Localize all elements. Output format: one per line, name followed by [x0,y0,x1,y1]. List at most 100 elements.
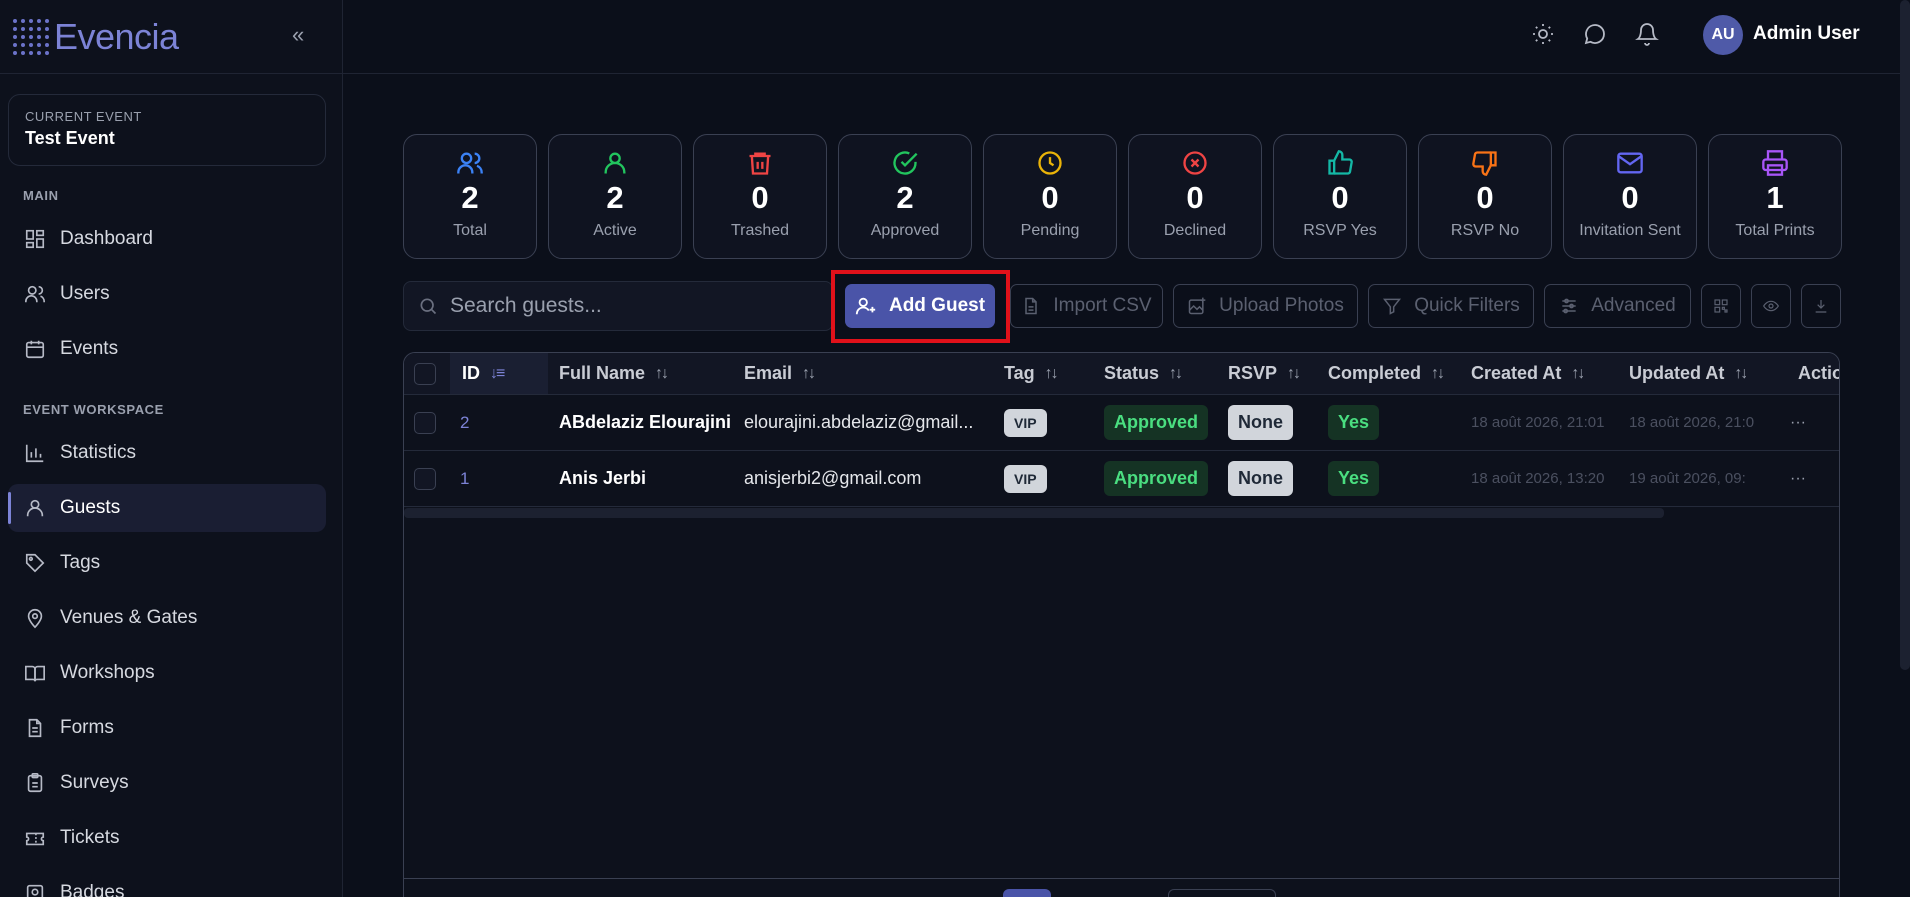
cell-updated-at: 19 août 2026, 09: [1629,470,1746,487]
cell-created-at: 18 août 2026, 21:01 [1471,414,1605,431]
column-header-label: Updated At [1629,363,1725,383]
stat-card-trashed[interactable]: 0 Trashed [693,134,827,259]
column-header-label: Tag [1004,363,1035,383]
guests-table: ID ↓≡ Full Name ↑↓ Email ↑↓ Tag ↑↓ Status ↑↓ … [403,352,1840,897]
sort-icon: ↑↓ [802,364,815,382]
sidebar-item-surveys[interactable]: Surveys [8,759,326,807]
eye-icon [1763,300,1779,312]
stat-card-active[interactable]: 2 Active [548,134,682,259]
stat-value: 2 [606,180,624,215]
stat-card-approved[interactable]: 2 Approved [838,134,972,259]
sort-icon: ↑↓ [655,364,668,382]
horizontal-scrollbar[interactable] [404,508,1664,518]
view-button[interactable] [1751,284,1791,328]
row-actions-button[interactable]: ··· [1790,451,1806,506]
stat-card-invitation-sent[interactable]: 0 Invitation Sent [1563,134,1697,259]
stat-card-rsvp-yes[interactable]: 0 RSVP Yes [1273,134,1407,259]
sort-icon: ↑↓ [1734,364,1747,382]
column-header-label: Full Name [559,363,646,383]
search-box[interactable] [403,281,833,331]
column-header-created-at[interactable]: Created At ↑↓ [1471,353,1583,394]
clock-icon [1038,151,1062,175]
sidebar-item-users[interactable]: Users [8,270,326,318]
users-icon [457,152,483,174]
x-circle-icon [1183,151,1207,175]
page-size-select[interactable] [1168,889,1276,897]
bar-chart-icon [25,444,44,463]
row-actions-button[interactable]: ··· [1790,395,1806,450]
cell-completed: Yes [1328,451,1380,506]
import-csv-button[interactable]: Import CSV [1010,284,1163,328]
table-row[interactable]: 2 ABdelaziz Elourajini elourajini.abdela… [404,395,1839,451]
qr-code-button[interactable] [1701,284,1741,328]
column-header-updated-at[interactable]: Updated At ↑↓ [1629,353,1746,394]
logo[interactable]: Evencia [0,0,342,74]
sidebar-item-label: Dashboard [60,228,153,249]
sidebar-item-venues-gates[interactable]: Venues & Gates [8,594,326,642]
cell-status: Approved [1104,395,1209,450]
cell-tag: VIP [1004,451,1047,506]
sidebar-item-tags[interactable]: Tags [8,539,326,587]
select-all-checkbox[interactable] [414,362,436,385]
sidebar-item-forms[interactable]: Forms [8,704,326,752]
stat-label: Trashed [730,222,790,239]
sidebar-item-guests[interactable]: Guests [8,484,326,532]
column-header-full-name[interactable]: Full Name ↑↓ [559,353,667,394]
stat-card-total[interactable]: 2 Total [403,134,537,259]
stat-label: Total [453,222,487,239]
bell-icon[interactable] [1635,22,1659,46]
search-input[interactable] [450,294,770,318]
upload-photos-button[interactable]: Upload Photos [1173,284,1358,328]
stat-card-declined[interactable]: 0 Declined [1128,134,1262,259]
image-plus-icon [1188,297,1206,315]
column-header-label: Actions [1798,363,1839,383]
import-csv-label: Import CSV [1053,295,1152,316]
cell-rsvp: None [1228,451,1293,506]
avatar[interactable]: AU [1703,15,1743,55]
column-header-email[interactable]: Email ↑↓ [744,353,814,394]
user-name[interactable]: Admin User [1753,23,1860,45]
double-chevron-left-icon[interactable]: « [292,22,304,48]
column-header-completed[interactable]: Completed ↑↓ [1328,353,1443,394]
sidebar-item-badges[interactable]: Badges [8,869,326,897]
page-scrollbar[interactable] [1900,0,1910,670]
cell-status: Approved [1104,451,1209,506]
column-header-id[interactable]: ID ↓≡ [450,353,548,394]
column-header-tag[interactable]: Tag ↑↓ [1004,353,1057,394]
pagination-current-page[interactable] [1003,889,1051,897]
column-header-label: Status [1104,363,1160,383]
sidebar-item-workshops[interactable]: Workshops [8,649,326,697]
completed-badge: Yes [1328,405,1380,440]
table-row[interactable]: 1 Anis Jerbi anisjerbi2@gmail.com VIP Ap… [404,451,1839,507]
stat-card-pending[interactable]: 0 Pending [983,134,1117,259]
check-circle-icon [893,151,918,175]
sidebar-item-label: Venues & Gates [60,607,198,628]
sidebar-item-label: Workshops [60,662,155,683]
row-checkbox[interactable] [414,467,436,490]
advanced-button[interactable]: Advanced [1544,284,1691,328]
download-icon [1815,300,1827,313]
row-checkbox[interactable] [414,411,436,434]
upload-photos-label: Upload Photos [1219,295,1344,316]
sun-icon[interactable] [1531,22,1555,46]
sidebar-item-tickets[interactable]: Tickets [8,814,326,862]
sidebar-item-label: Users [60,283,110,304]
cell-email: anisjerbi2@gmail.com [744,468,922,488]
column-header-status[interactable]: Status ↑↓ [1104,353,1181,394]
column-header-rsvp[interactable]: RSVP ↑↓ [1228,353,1299,394]
sidebar-item-events[interactable]: Events [8,325,326,373]
download-button[interactable] [1801,284,1841,328]
add-guest-button[interactable]: Add Guest [845,284,995,328]
current-event-card[interactable]: CURRENT EVENT Test Event [8,94,326,166]
column-header-label: RSVP [1228,363,1278,383]
stat-card-total-prints[interactable]: 1 Total Prints [1708,134,1842,259]
stat-card-rsvp-no[interactable]: 0 RSVP No [1418,134,1552,259]
quick-filters-button[interactable]: Quick Filters [1368,284,1534,328]
chat-icon[interactable] [1583,22,1607,46]
sidebar-item-statistics[interactable]: Statistics [8,429,326,477]
sidebar-item-dashboard[interactable]: Dashboard [8,215,326,263]
topbar: AU Admin User [343,0,1910,74]
cell-completed: Yes [1328,395,1380,450]
rsvp-badge: None [1228,405,1293,440]
clipboard-icon [27,773,43,793]
